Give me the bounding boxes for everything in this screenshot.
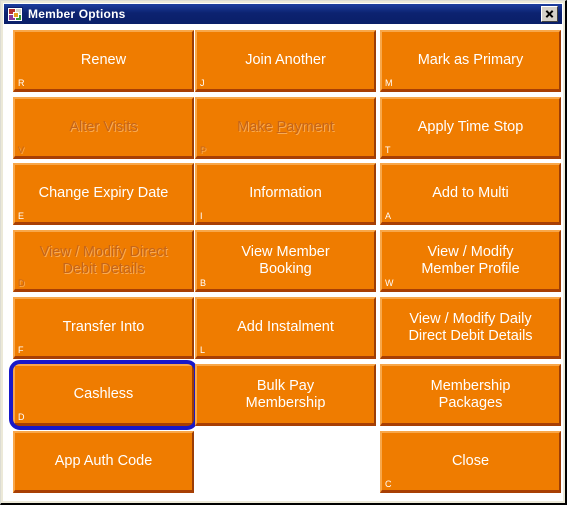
- button-shortcut-key: D: [18, 412, 25, 422]
- grid-cell-r4-c2: View / Modify Daily Direct Debit Details: [380, 297, 561, 359]
- button-label: Mark as Primary: [417, 52, 524, 68]
- button-shortcut-key: C: [385, 479, 392, 489]
- button-renew[interactable]: Renew R: [13, 30, 194, 92]
- button-label: Close: [451, 453, 490, 469]
- button-label: View / Modify Member Profile: [421, 243, 520, 277]
- grid-cell-r0-c1: Join Another J: [195, 30, 376, 92]
- button-label: Add Instalment: [237, 319, 334, 335]
- member-options-button-grid: Renew R Join Another J Mark as Primary M Alter…: [6, 27, 563, 501]
- grid-cell-r2-c2: Add to Multi A: [380, 163, 561, 225]
- button-shortcut-key: P: [200, 145, 207, 155]
- button-information[interactable]: Information I: [195, 163, 376, 225]
- button-view-member-booking[interactable]: View Member Booking B: [195, 230, 376, 292]
- app-squares-icon: [7, 6, 23, 22]
- grid-cell-r3-c1: View Member Booking B: [195, 230, 376, 292]
- button-shortcut-key: J: [200, 78, 205, 88]
- close-window-button[interactable]: [541, 6, 558, 22]
- button-label: Make Payment: [237, 119, 334, 135]
- button-mark-as-primary[interactable]: Mark as Primary M: [380, 30, 561, 92]
- button-label: Renew: [80, 52, 127, 68]
- button-label: Information: [249, 185, 322, 201]
- grid-cell-r6-c2: Close C: [380, 431, 561, 493]
- button-shortcut-key: T: [385, 145, 391, 155]
- button-cashless[interactable]: Cashless D: [13, 364, 194, 426]
- button-label: Apply Time Stop: [417, 119, 524, 135]
- button-shortcut-key: R: [18, 78, 25, 88]
- window-inner-frame: Member Options Renew R Join Another J Mark a…: [1, 1, 565, 503]
- button-shortcut-key: B: [200, 278, 207, 288]
- button-view-modify-member-profile[interactable]: View / Modify Member Profile W: [380, 230, 561, 292]
- button-app-auth-code[interactable]: App Auth Code: [13, 431, 194, 493]
- grid-cell-r0-c2: Mark as Primary M: [380, 30, 561, 92]
- grid-cell-r1-c0: Alter Visits V: [13, 97, 194, 159]
- button-change-expiry-date[interactable]: Change Expiry Date E: [13, 163, 194, 225]
- button-shortcut-key: V: [18, 145, 25, 155]
- button-shortcut-key: M: [385, 78, 393, 88]
- member-options-window: Member Options Renew R Join Another J Mark a…: [0, 0, 567, 505]
- button-make-payment: Make Payment P: [195, 97, 376, 159]
- button-label: View / Modify Direct Debit Details: [39, 243, 168, 277]
- button-shortcut-key: E: [18, 211, 25, 221]
- button-shortcut-key: I: [200, 211, 203, 221]
- button-label: App Auth Code: [54, 453, 153, 469]
- grid-cell-r3-c2: View / Modify Member Profile W: [380, 230, 561, 292]
- titlebar: Member Options: [4, 4, 562, 24]
- button-label: Bulk Pay Membership: [245, 377, 326, 411]
- button-add-to-multi[interactable]: Add to Multi A: [380, 163, 561, 225]
- button-view-modify-direct-debit-details: View / Modify Direct Debit Details D: [13, 230, 194, 292]
- button-view-modify-daily-direct-debit-details[interactable]: View / Modify Daily Direct Debit Details: [380, 297, 561, 359]
- button-label: View Member Booking: [241, 243, 330, 277]
- grid-cell-r0-c0: Renew R: [13, 30, 194, 92]
- grid-cell-r3-c0: View / Modify Direct Debit Details D: [13, 230, 194, 292]
- button-shortcut-key: D: [18, 278, 25, 288]
- button-transfer-into[interactable]: Transfer Into F: [13, 297, 194, 359]
- grid-cell-r1-c1: Make Payment P: [195, 97, 376, 159]
- grid-cell-r6-c1: [195, 431, 376, 493]
- grid-cell-r2-c0: Change Expiry Date E: [13, 163, 194, 225]
- button-shortcut-key: F: [18, 345, 24, 355]
- grid-cell-r1-c2: Apply Time Stop T: [380, 97, 561, 159]
- button-shortcut-key: A: [385, 211, 392, 221]
- button-apply-time-stop[interactable]: Apply Time Stop T: [380, 97, 561, 159]
- grid-cell-r5-c1: Bulk Pay Membership: [195, 364, 376, 426]
- button-membership-packages[interactable]: Membership Packages: [380, 364, 561, 426]
- grid-cell-r4-c0: Transfer Into F: [13, 297, 194, 359]
- button-shortcut-key: W: [385, 278, 394, 288]
- window-title: Member Options: [28, 7, 126, 21]
- grid-cell-r4-c1: Add Instalment L: [195, 297, 376, 359]
- button-label: Add to Multi: [432, 185, 509, 201]
- button-close[interactable]: Close C: [380, 431, 561, 493]
- grid-cell-r6-c0: App Auth Code: [13, 431, 194, 493]
- grid-cell-r5-c0: Cashless D: [9, 360, 198, 430]
- button-bulk-pay-membership[interactable]: Bulk Pay Membership: [195, 364, 376, 426]
- button-join-another[interactable]: Join Another J: [195, 30, 376, 92]
- button-add-instalment[interactable]: Add Instalment L: [195, 297, 376, 359]
- button-label: Join Another: [245, 52, 326, 68]
- button-label: View / Modify Daily Direct Debit Details: [408, 310, 533, 344]
- button-alter-visits: Alter Visits V: [13, 97, 194, 159]
- button-shortcut-key: L: [200, 345, 206, 355]
- button-label: Change Expiry Date: [38, 185, 169, 201]
- button-label: Transfer Into: [62, 319, 145, 335]
- grid-cell-r2-c1: Information I: [195, 163, 376, 225]
- button-label: Alter Visits: [69, 119, 138, 135]
- button-label: Membership Packages: [430, 377, 511, 411]
- grid-cell-r5-c2: Membership Packages: [380, 364, 561, 426]
- button-label: Cashless: [73, 386, 134, 402]
